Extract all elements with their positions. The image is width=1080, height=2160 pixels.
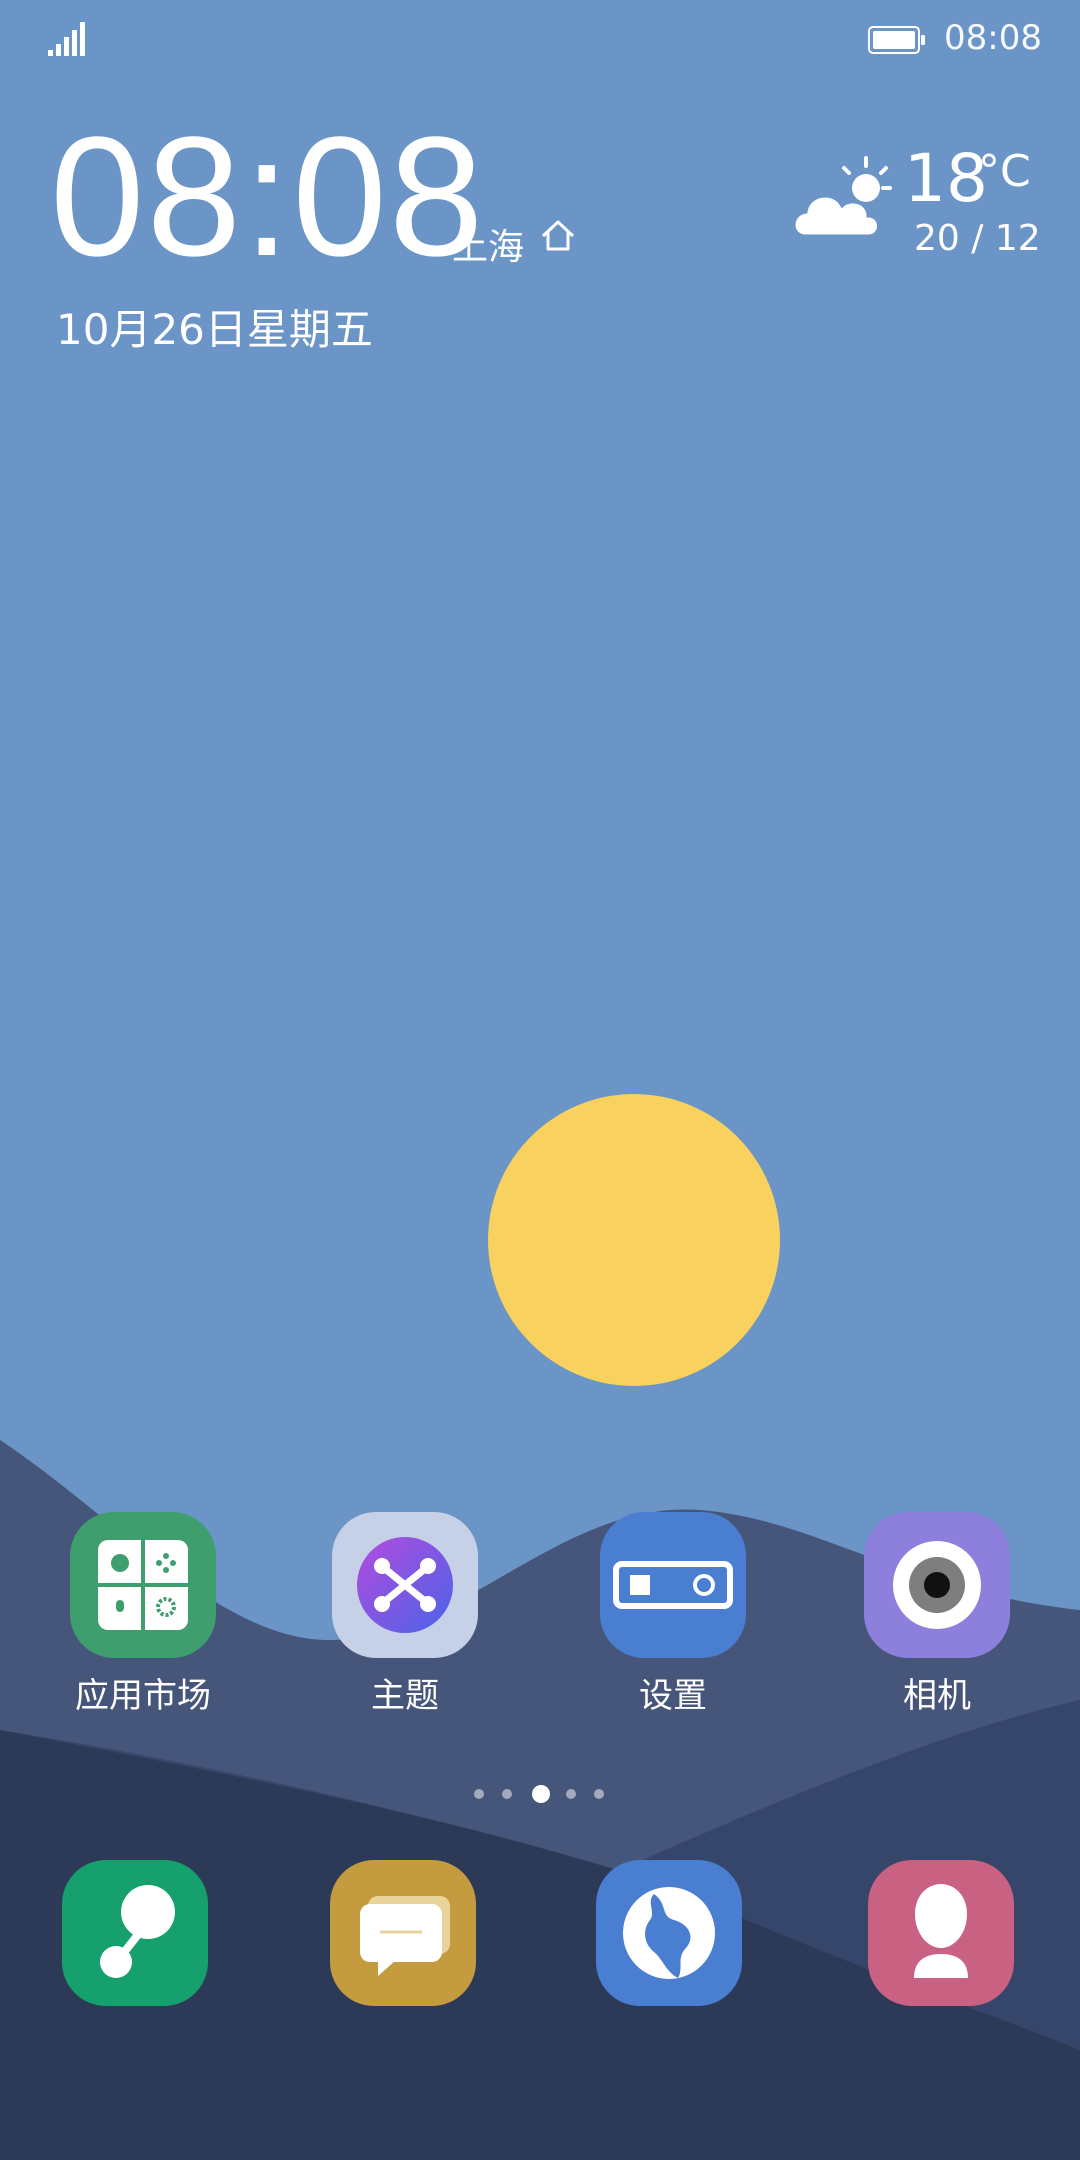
home-city-icon	[541, 220, 575, 251]
dock-browser[interactable]	[574, 1860, 764, 2006]
status-bar: 08:08	[0, 0, 1080, 80]
app-label: 应用市场	[75, 1676, 211, 1716]
weather-unit: °C	[978, 146, 1031, 197]
app-label: 设置	[639, 1676, 707, 1716]
themes-icon	[332, 1512, 478, 1658]
clock-city[interactable]: 上海	[452, 218, 524, 270]
page-dot[interactable]	[502, 1789, 512, 1799]
app-themes[interactable]: 主题	[310, 1512, 500, 1716]
app-market[interactable]: 应用市场	[48, 1512, 238, 1716]
app-label: 主题	[371, 1676, 439, 1716]
clock-date[interactable]: 10月26日星期五	[56, 296, 373, 357]
contacts-icon	[868, 1860, 1014, 2006]
page-dot[interactable]	[566, 1789, 576, 1799]
dock-phone[interactable]	[40, 1860, 230, 2006]
dock-contacts[interactable]	[846, 1860, 1036, 2006]
app-label: 相机	[903, 1676, 971, 1716]
page-dot-current[interactable]	[532, 1785, 550, 1803]
page-dot[interactable]	[594, 1789, 604, 1799]
app-market-icon	[70, 1512, 216, 1658]
dock-messages[interactable]	[308, 1860, 498, 2006]
page-indicator[interactable]	[468, 1784, 618, 1804]
wallpaper-sun	[488, 1094, 780, 1386]
weather-range: 20 / 12	[914, 218, 1041, 259]
page-dot[interactable]	[474, 1789, 484, 1799]
status-time: 08:08	[944, 18, 1042, 58]
app-settings[interactable]: 设置	[578, 1512, 768, 1716]
messages-icon	[330, 1860, 476, 2006]
browser-icon	[596, 1860, 742, 2006]
weather-temperature[interactable]: 18	[904, 140, 988, 217]
partly-cloudy-icon[interactable]	[786, 154, 896, 250]
battery-icon	[868, 26, 925, 54]
app-camera[interactable]: 相机	[842, 1512, 1032, 1716]
settings-icon	[600, 1512, 746, 1658]
camera-icon	[864, 1512, 1010, 1658]
phone-icon	[62, 1860, 208, 2006]
signal-icon	[48, 22, 85, 56]
clock-time[interactable]: 08:08	[50, 112, 485, 282]
